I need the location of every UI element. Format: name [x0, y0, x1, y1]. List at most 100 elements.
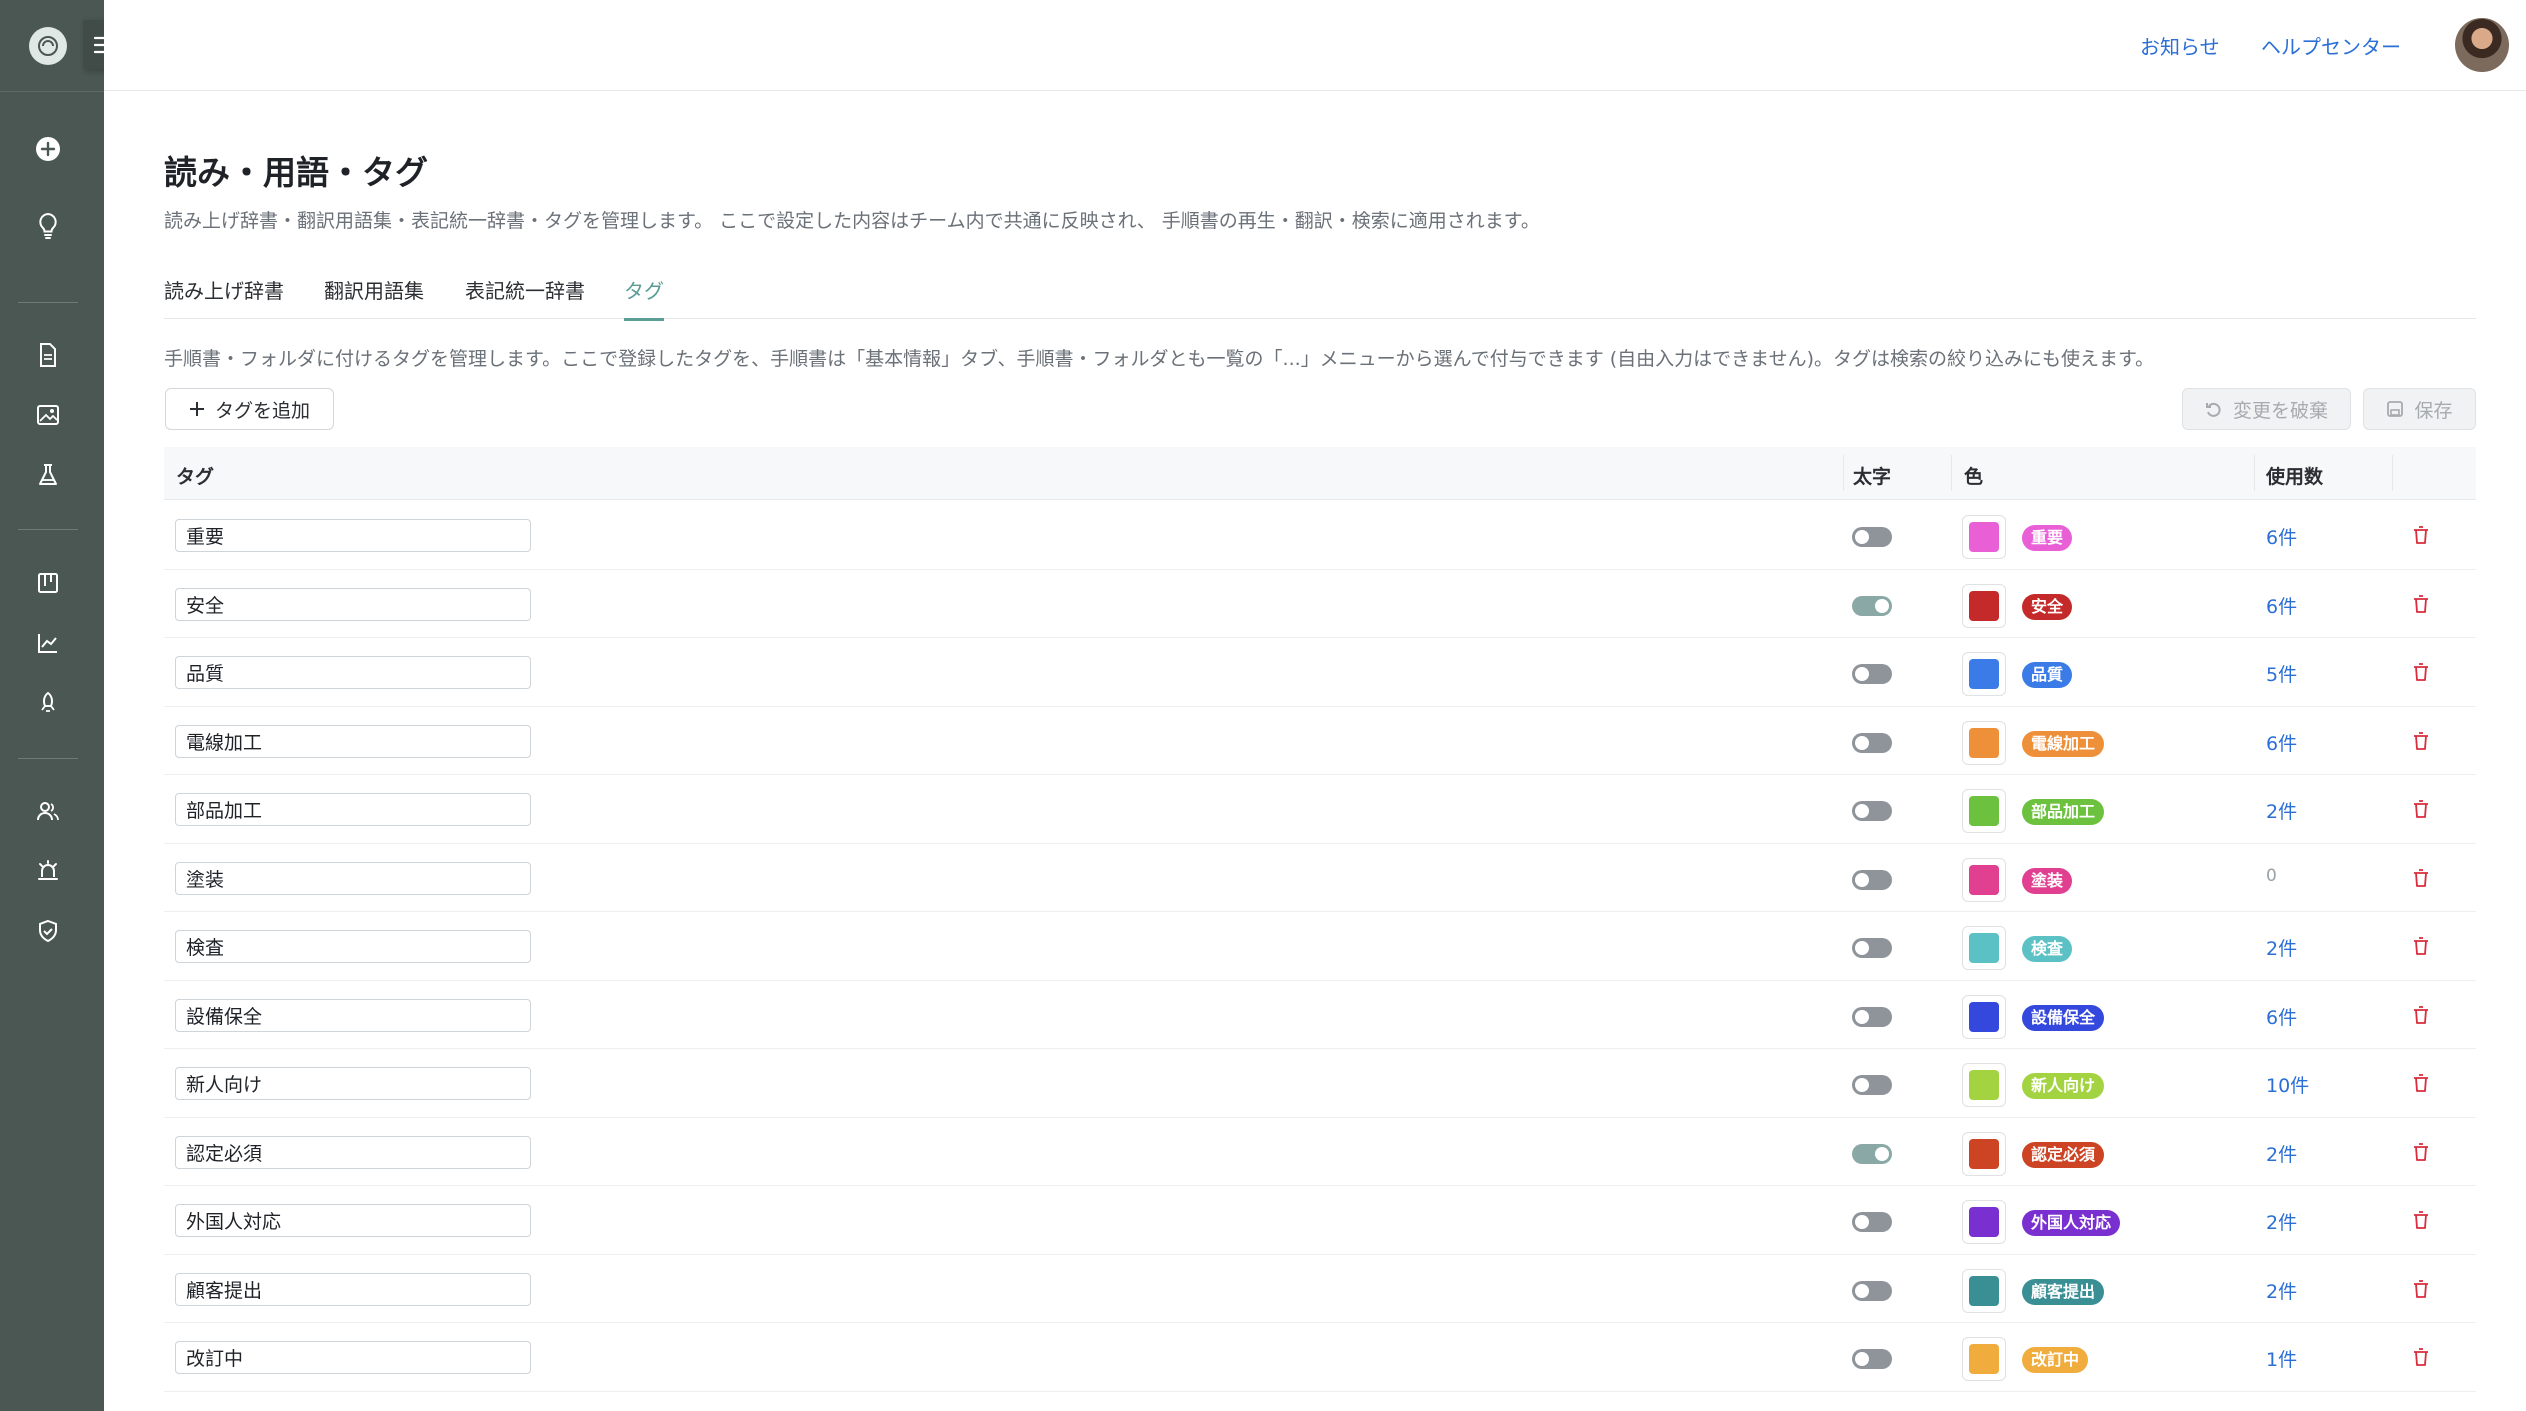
tab-reading-dictionary[interactable]: 読み上げ辞書 — [164, 275, 284, 318]
bold-toggle[interactable] — [1852, 1212, 1892, 1232]
trash-icon[interactable] — [2409, 660, 2433, 684]
board-icon[interactable] — [32, 567, 64, 599]
tag-name-input[interactable] — [175, 1272, 531, 1306]
usage-count[interactable]: 2件 — [2266, 1277, 2297, 1304]
tag-preview-badge: 検査 — [2022, 936, 2073, 962]
color-picker[interactable] — [1962, 857, 2006, 902]
usage-count[interactable]: 2件 — [2266, 1140, 2297, 1167]
users-icon[interactable] — [32, 795, 64, 827]
color-picker[interactable] — [1962, 789, 2006, 833]
usage-count[interactable]: 2件 — [2266, 934, 2297, 961]
save-button[interactable]: 保存 — [2363, 388, 2476, 430]
color-picker[interactable] — [1962, 1063, 2006, 1107]
column-color: 色 — [1964, 466, 1984, 488]
tag-name-input[interactable] — [175, 1204, 531, 1237]
color-picker[interactable] — [1962, 1200, 2006, 1244]
app-logo[interactable] — [29, 27, 67, 65]
trash-icon[interactable] — [2409, 797, 2433, 821]
color-swatch — [1969, 659, 1999, 689]
usage-count[interactable]: 2件 — [2266, 1208, 2297, 1235]
color-picker[interactable] — [1962, 583, 2006, 628]
trash-icon[interactable] — [2409, 1003, 2433, 1027]
tab-translation-glossary[interactable]: 翻訳用語集 — [324, 275, 424, 318]
image-icon[interactable] — [32, 399, 64, 431]
bold-toggle[interactable] — [1852, 595, 1892, 616]
table-header: タグ 太字 色 使用数 — [164, 447, 2476, 500]
bold-toggle[interactable] — [1852, 938, 1892, 958]
shield-check-icon[interactable] — [32, 915, 64, 947]
trash-icon[interactable] — [2409, 592, 2433, 616]
bold-toggle[interactable] — [1852, 732, 1892, 753]
color-picker[interactable] — [1962, 515, 2006, 559]
lightbulb-icon[interactable] — [32, 210, 64, 242]
rocket-icon[interactable] — [32, 687, 64, 719]
tag-name-input[interactable] — [175, 724, 531, 758]
usage-count[interactable]: 6件 — [2266, 729, 2297, 756]
bold-toggle[interactable] — [1852, 1075, 1892, 1095]
add-circle-icon[interactable] — [32, 133, 64, 165]
tag-name-input[interactable] — [175, 1135, 531, 1169]
alarm-icon[interactable] — [32, 855, 64, 887]
notifications-link[interactable]: お知らせ — [2140, 31, 2220, 60]
trash-icon[interactable] — [2409, 1277, 2433, 1301]
table-row: 電線加工 6件 — [164, 707, 2476, 775]
color-picker[interactable] — [1962, 1268, 2006, 1313]
bold-toggle[interactable] — [1852, 1006, 1892, 1027]
color-picker[interactable] — [1962, 1337, 2006, 1381]
color-picker[interactable] — [1962, 1131, 2006, 1176]
flask-icon[interactable] — [32, 459, 64, 491]
tag-name-input[interactable] — [175, 930, 531, 963]
toggle-knob — [1855, 1215, 1869, 1229]
discard-changes-button[interactable]: 変更を破棄 — [2182, 388, 2351, 430]
tab-tags[interactable]: タグ — [624, 275, 664, 321]
tag-name-input[interactable] — [175, 793, 531, 826]
trash-icon[interactable] — [2409, 1345, 2433, 1369]
trash-icon[interactable] — [2409, 1208, 2433, 1232]
color-picker[interactable] — [1962, 994, 2006, 1039]
bold-toggle[interactable] — [1852, 801, 1892, 821]
bold-toggle[interactable] — [1852, 1143, 1892, 1164]
help-center-link[interactable]: ヘルプセンター — [2261, 31, 2401, 60]
usage-count[interactable]: 1件 — [2266, 1345, 2297, 1372]
undo-icon — [2205, 402, 2221, 417]
tag-name-input[interactable] — [175, 656, 531, 689]
color-picker[interactable] — [1962, 720, 2006, 765]
usage-count[interactable]: 6件 — [2266, 592, 2297, 619]
column-separator — [2392, 455, 2393, 491]
avatar[interactable] — [2455, 18, 2509, 72]
tag-preview-badge: 新人向け — [2022, 1073, 2105, 1099]
tag-name-input[interactable] — [175, 861, 531, 895]
document-icon[interactable] — [32, 339, 64, 371]
bold-toggle[interactable] — [1852, 527, 1892, 547]
tag-name-input[interactable] — [175, 1067, 531, 1100]
color-picker[interactable] — [1962, 652, 2006, 696]
tab-notation-dictionary[interactable]: 表記統一辞書 — [465, 275, 585, 318]
tag-preview-badge: 安全 — [2022, 593, 2073, 620]
bold-toggle[interactable] — [1852, 1349, 1892, 1369]
trash-icon[interactable] — [2409, 1140, 2433, 1164]
trash-icon[interactable] — [2409, 1071, 2433, 1095]
bold-toggle[interactable] — [1852, 1280, 1892, 1301]
usage-count[interactable]: 6件 — [2266, 523, 2297, 550]
add-tag-button[interactable]: タグを追加 — [165, 388, 334, 430]
tag-name-input[interactable] — [175, 998, 531, 1032]
bold-toggle[interactable] — [1852, 664, 1892, 684]
table-row: 重要 6件 — [164, 501, 2476, 570]
trash-icon[interactable] — [2409, 729, 2433, 753]
usage-count[interactable]: 6件 — [2266, 1003, 2297, 1030]
usage-count[interactable]: 10件 — [2266, 1071, 2309, 1098]
tag-name-input[interactable] — [175, 519, 531, 552]
chart-icon[interactable] — [32, 627, 64, 659]
tag-name-input[interactable] — [175, 1341, 531, 1374]
usage-count: 0 — [2266, 865, 2277, 886]
save-label: 保存 — [2414, 399, 2453, 422]
tag-name-input[interactable] — [175, 587, 531, 621]
trash-icon[interactable] — [2409, 934, 2433, 958]
color-picker[interactable] — [1962, 926, 2006, 970]
trash-icon[interactable] — [2409, 523, 2433, 547]
trash-icon[interactable] — [2409, 866, 2433, 890]
usage-count[interactable]: 2件 — [2266, 797, 2297, 824]
sidebar-divider — [18, 758, 78, 759]
bold-toggle[interactable] — [1852, 869, 1892, 890]
usage-count[interactable]: 5件 — [2266, 660, 2297, 687]
